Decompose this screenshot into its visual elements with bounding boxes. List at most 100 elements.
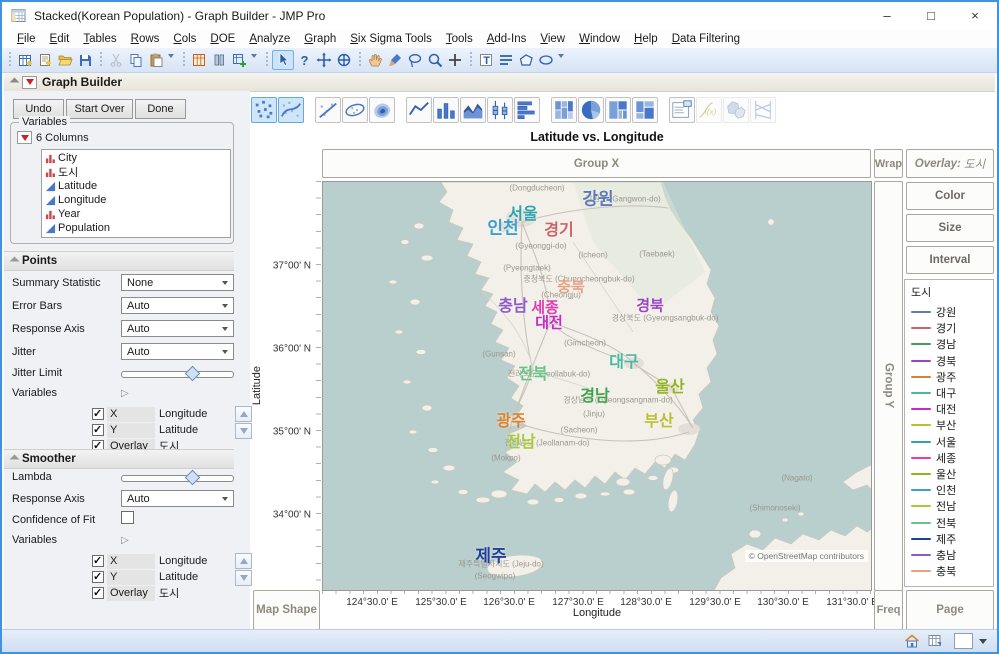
- close-button[interactable]: ×: [953, 2, 997, 29]
- swatch-dropdown-chevron-icon[interactable]: [979, 639, 987, 644]
- smoother-section-header[interactable]: Smoother: [4, 449, 234, 469]
- outline-disclosure-icon[interactable]: [10, 77, 20, 87]
- legend-item[interactable]: 세종: [911, 450, 993, 466]
- legend-item[interactable]: 울산: [911, 466, 993, 482]
- color-swatch-box[interactable]: [954, 633, 973, 649]
- confidence-of-fit-checkbox[interactable]: [121, 511, 134, 524]
- points-section-header[interactable]: Points: [4, 251, 234, 271]
- save-icon[interactable]: [75, 51, 95, 69]
- legend-item[interactable]: 강원: [911, 304, 993, 320]
- crosshairs-tool-icon[interactable]: [314, 51, 334, 69]
- role-column[interactable]: Latitude: [155, 571, 234, 583]
- heatmap-element-icon[interactable]: [551, 97, 577, 123]
- data-table-icon[interactable]: [189, 51, 209, 69]
- group-x-dropzone[interactable]: Group X: [322, 149, 871, 178]
- add-rows-icon[interactable]: [229, 51, 249, 69]
- oval-tool-icon[interactable]: [536, 51, 556, 69]
- column-list-item[interactable]: 도시: [42, 165, 230, 179]
- legend-item[interactable]: 전북: [911, 514, 993, 530]
- variables-expand-icon[interactable]: ▷: [121, 535, 234, 546]
- menu-item[interactable]: DOE: [203, 32, 242, 46]
- legend-item[interactable]: 충북: [911, 563, 993, 579]
- role-checkbox[interactable]: [92, 424, 104, 436]
- contour-element-icon[interactable]: [369, 97, 395, 123]
- smoother-response-axis-dropdown[interactable]: Auto: [121, 490, 234, 507]
- jitter-limit-slider[interactable]: [121, 368, 234, 379]
- legend-item[interactable]: 부산: [911, 417, 993, 433]
- legend-item[interactable]: 제주: [911, 531, 993, 547]
- column-list-item[interactable]: Year: [42, 207, 230, 221]
- column-list-item[interactable]: Longitude: [42, 193, 230, 207]
- line-of-fit-element-icon[interactable]: [315, 97, 341, 123]
- menu-item[interactable]: File: [10, 32, 43, 46]
- points-dropdown[interactable]: Auto: [121, 297, 234, 314]
- journal-icon[interactable]: [35, 51, 55, 69]
- map-plot-area[interactable]: (Dongducheon)강원도 (Gangwon-do)(Gyeonggi-d…: [322, 181, 872, 591]
- points-element-icon[interactable]: [251, 97, 277, 123]
- column-list-item[interactable]: Population: [42, 221, 230, 235]
- open-icon[interactable]: [55, 51, 75, 69]
- points-dropdown[interactable]: Auto: [121, 320, 234, 337]
- menu-item[interactable]: Data Filtering: [665, 32, 747, 46]
- menu-item[interactable]: Window: [572, 32, 627, 46]
- mosaic-element-icon[interactable]: [632, 97, 658, 123]
- page-dropzone[interactable]: Page: [906, 590, 994, 630]
- legend-item[interactable]: 대구: [911, 385, 993, 401]
- columns-red-triangle-icon[interactable]: [17, 131, 32, 144]
- map-shape-dropzone[interactable]: Map Shape: [253, 590, 320, 630]
- menu-item[interactable]: Graph: [297, 32, 343, 46]
- legend-item[interactable]: 대전: [911, 401, 993, 417]
- legend-item[interactable]: 인천: [911, 482, 993, 498]
- new-data-table-icon[interactable]: [15, 51, 35, 69]
- smoother-element-icon[interactable]: [278, 97, 304, 123]
- data-grid-icon[interactable]: [926, 633, 944, 649]
- variables-expand-icon[interactable]: ▷: [121, 388, 234, 399]
- slider-thumb[interactable]: [184, 469, 200, 485]
- menu-item[interactable]: Help: [627, 32, 665, 46]
- toolbar-overflow-chevron[interactable]: [251, 54, 257, 58]
- paintbrush-tool-icon[interactable]: [385, 51, 405, 69]
- columns-icon[interactable]: [209, 51, 229, 69]
- annotate-tool-icon[interactable]: T: [476, 51, 496, 69]
- legend-item[interactable]: 경북: [911, 353, 993, 369]
- menu-item[interactable]: Cols: [166, 32, 203, 46]
- legend-item[interactable]: 광주: [911, 369, 993, 385]
- cut-icon[interactable]: [106, 51, 126, 69]
- points-dropdown[interactable]: None: [121, 274, 234, 291]
- role-column[interactable]: Latitude: [155, 424, 234, 436]
- toolbar-overflow-chevron[interactable]: [558, 54, 564, 58]
- map-shapes-element-icon[interactable]: [723, 97, 749, 123]
- interval-dropzone[interactable]: Interval: [906, 246, 994, 274]
- legend-item[interactable]: 경기: [911, 320, 993, 336]
- role-column[interactable]: 도시: [155, 585, 234, 601]
- role-checkbox[interactable]: [92, 408, 104, 420]
- role-column[interactable]: Longitude: [155, 555, 234, 567]
- column-list-item[interactable]: City: [42, 151, 230, 165]
- pie-element-icon[interactable]: [578, 97, 604, 123]
- paste-icon[interactable]: [146, 51, 166, 69]
- line-tool-icon[interactable]: [496, 51, 516, 69]
- help-tool-icon[interactable]: ?: [294, 51, 314, 69]
- area-element-icon[interactable]: [460, 97, 486, 123]
- size-dropzone[interactable]: Size: [906, 214, 994, 242]
- menu-item[interactable]: Edit: [43, 32, 77, 46]
- arrow-tool-icon[interactable]: [272, 50, 294, 70]
- menu-item[interactable]: Analyze: [242, 32, 297, 46]
- grabber-tool-icon[interactable]: [365, 51, 385, 69]
- color-dropzone[interactable]: Color: [906, 182, 994, 210]
- resize-tool-icon[interactable]: [445, 51, 465, 69]
- copy-icon[interactable]: [126, 51, 146, 69]
- role-checkbox[interactable]: [92, 571, 104, 583]
- toolbar-overflow-chevron[interactable]: [168, 54, 174, 58]
- legend-item[interactable]: 충남: [911, 547, 993, 563]
- column-list-item[interactable]: Latitude: [42, 179, 230, 193]
- wrap-dropzone[interactable]: Wrap: [874, 149, 903, 178]
- magnifier-tool-icon[interactable]: [425, 51, 445, 69]
- done-button[interactable]: Done: [135, 99, 186, 119]
- red-triangle-menu-icon[interactable]: [22, 76, 37, 89]
- role-checkbox[interactable]: [92, 555, 104, 567]
- polygon-tool-icon[interactable]: [516, 51, 536, 69]
- histogram-element-icon[interactable]: [514, 97, 540, 123]
- caption-box-element-icon[interactable]: [669, 97, 695, 123]
- legend-item[interactable]: 서울: [911, 434, 993, 450]
